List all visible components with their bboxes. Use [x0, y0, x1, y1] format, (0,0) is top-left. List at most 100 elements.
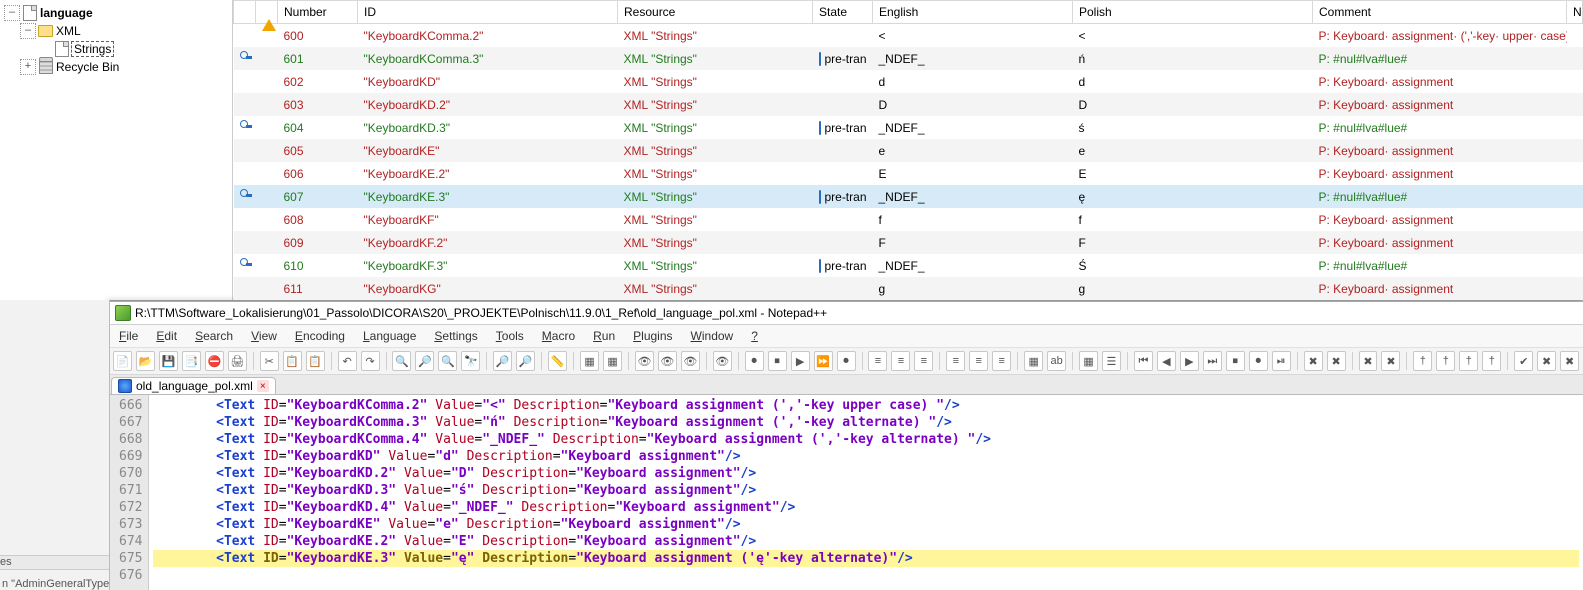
- menu-edit[interactable]: Edit: [150, 327, 183, 345]
- toolbar-button[interactable]: 💾: [159, 351, 178, 371]
- tree-strings[interactable]: Strings: [0, 40, 232, 58]
- toolbar-button[interactable]: 📂: [136, 351, 155, 371]
- toolbar-button[interactable]: ≡: [969, 351, 988, 371]
- table-row[interactable]: 602"KeyboardKD"XML "Strings"ddP: Keyboar…: [234, 70, 1583, 93]
- menu-tools[interactable]: Tools: [490, 327, 530, 345]
- toolbar-button[interactable]: 🔍: [392, 351, 411, 371]
- toolbar-button[interactable]: ✖: [1359, 351, 1378, 371]
- expand-toggle-icon[interactable]: +: [20, 59, 36, 75]
- col-extra[interactable]: N: [1567, 1, 1583, 24]
- col-warning-icon[interactable]: [256, 1, 278, 24]
- col-comment[interactable]: Comment: [1313, 1, 1567, 24]
- code-line[interactable]: <Text ID="KeyboardKE" Value="e" Descript…: [153, 516, 1579, 533]
- collapse-toggle-icon[interactable]: –: [4, 5, 20, 21]
- toolbar-button[interactable]: †: [1436, 351, 1455, 371]
- code-line[interactable]: <Text ID="KeyboardKD.3" Value="ś" Descri…: [153, 482, 1579, 499]
- col-resource[interactable]: Resource: [618, 1, 813, 24]
- toolbar-button[interactable]: †: [1459, 351, 1478, 371]
- menu-view[interactable]: View: [245, 327, 283, 345]
- npp-menubar[interactable]: FileEditSearchViewEncodingLanguageSettin…: [109, 325, 1583, 348]
- toolbar-button[interactable]: ✖: [1327, 351, 1346, 371]
- close-tab-icon[interactable]: ×: [257, 380, 269, 392]
- npp-tabbar[interactable]: old_language_pol.xml ×: [109, 375, 1583, 395]
- table-row[interactable]: 605"KeyboardKE"XML "Strings"eeP: Keyboar…: [234, 139, 1583, 162]
- menu-language[interactable]: Language: [357, 327, 422, 345]
- toolbar-button[interactable]: ⛔: [205, 351, 224, 371]
- toolbar-button[interactable]: ✖: [1560, 351, 1579, 371]
- toolbar-button[interactable]: 👁: [713, 351, 732, 371]
- npp-toolbar[interactable]: 📄📂💾📑⛔🖨✂📋📋↶↷🔍🔎🔍🔭🔎🔎📏▦▦👁👁👁👁⏺⏹▶⏩⏺≡≡≡≡≡≡▦ab▦☰…: [109, 348, 1583, 375]
- toolbar-button[interactable]: ✖: [1304, 351, 1323, 371]
- toolbar-button[interactable]: 📄: [113, 351, 132, 371]
- project-tree[interactable]: – language – XML Strings + Recycle Bin: [0, 0, 233, 300]
- toolbar-button[interactable]: 👁: [681, 351, 700, 371]
- col-english[interactable]: English: [873, 1, 1073, 24]
- toolbar-button[interactable]: ↷: [361, 351, 380, 371]
- table-row[interactable]: 609"KeyboardKF.2"XML "Strings"FFP: Keybo…: [234, 231, 1583, 254]
- code-line[interactable]: <Text ID="KeyboardKD.4" Value="_NDEF_" D…: [153, 499, 1579, 516]
- grid-header-row[interactable]: Number ID Resource State English Polish …: [234, 1, 1583, 24]
- menu-plugins[interactable]: Plugins: [627, 327, 678, 345]
- toolbar-button[interactable]: ≡: [946, 351, 965, 371]
- strings-grid[interactable]: Number ID Resource State English Polish …: [233, 0, 1583, 300]
- npp-titlebar[interactable]: R:\TTM\Software_Lokalisierung\01_Passolo…: [109, 302, 1583, 325]
- toolbar-button[interactable]: 🔎: [516, 351, 535, 371]
- toolbar-button[interactable]: ⏺: [1249, 351, 1268, 371]
- table-row[interactable]: 600"KeyboardKComma.2"XML "Strings"<<P: K…: [234, 24, 1583, 48]
- col-id[interactable]: ID: [358, 1, 618, 24]
- toolbar-button[interactable]: ⏹: [1226, 351, 1245, 371]
- toolbar-button[interactable]: ▦: [580, 351, 599, 371]
- code-line[interactable]: <Text ID="KeyboardKComma.2" Value="<" De…: [153, 397, 1579, 414]
- toolbar-button[interactable]: 🔎: [493, 351, 512, 371]
- toolbar-button[interactable]: ⏩: [814, 351, 833, 371]
- toolbar-button[interactable]: ✔: [1514, 351, 1533, 371]
- toolbar-button[interactable]: 📏: [548, 351, 567, 371]
- toolbar-button[interactable]: ⏮: [1134, 351, 1153, 371]
- toolbar-button[interactable]: ⏹: [768, 351, 787, 371]
- table-row[interactable]: 608"KeyboardKF"XML "Strings"ffP: Keyboar…: [234, 208, 1583, 231]
- toolbar-button[interactable]: ▦: [1024, 351, 1043, 371]
- table-row[interactable]: 604"KeyboardKD.3"XML "Strings"pre-tran_N…: [234, 116, 1583, 139]
- toolbar-button[interactable]: 🖨: [228, 351, 247, 371]
- table-row[interactable]: 601"KeyboardKComma.3"XML "Strings"pre-tr…: [234, 47, 1583, 70]
- code-line[interactable]: <Text ID="KeyboardKD.2" Value="D" Descri…: [153, 465, 1579, 482]
- toolbar-button[interactable]: 🔎: [415, 351, 434, 371]
- toolbar-button[interactable]: ⏺: [745, 351, 764, 371]
- toolbar-button[interactable]: ▶: [791, 351, 810, 371]
- npp-editor[interactable]: 666 667 668 669 670 671 672 673 674 675 …: [109, 395, 1583, 590]
- menu-[interactable]: ?: [745, 327, 764, 345]
- toolbar-button[interactable]: ✖: [1537, 351, 1556, 371]
- col-icon[interactable]: [234, 1, 256, 24]
- col-state[interactable]: State: [813, 1, 873, 24]
- editor-body[interactable]: <Text ID="KeyboardKComma.2" Value="<" De…: [149, 395, 1583, 590]
- notepadpp-window[interactable]: R:\TTM\Software_Lokalisierung\01_Passolo…: [109, 301, 1583, 590]
- col-polish[interactable]: Polish: [1073, 1, 1313, 24]
- toolbar-button[interactable]: ◀: [1157, 351, 1176, 371]
- collapse-toggle-icon[interactable]: –: [20, 23, 36, 39]
- toolbar-button[interactable]: ▦: [603, 351, 622, 371]
- toolbar-button[interactable]: ⏭: [1203, 351, 1222, 371]
- toolbar-button[interactable]: †: [1413, 351, 1432, 371]
- table-row[interactable]: 611"KeyboardKG"XML "Strings"ggP: Keyboar…: [234, 277, 1583, 300]
- toolbar-button[interactable]: 👁: [635, 351, 654, 371]
- toolbar-button[interactable]: ⏺: [837, 351, 856, 371]
- menu-file[interactable]: File: [113, 327, 144, 345]
- toolbar-button[interactable]: ▦: [1079, 351, 1098, 371]
- table-row[interactable]: 603"KeyboardKD.2"XML "Strings"DDP: Keybo…: [234, 93, 1583, 116]
- tree-recycle-bin[interactable]: + Recycle Bin: [0, 58, 232, 76]
- file-tab[interactable]: old_language_pol.xml ×: [111, 377, 276, 394]
- toolbar-button[interactable]: ⏯: [1272, 351, 1291, 371]
- menu-search[interactable]: Search: [189, 327, 239, 345]
- table-row[interactable]: 606"KeyboardKE.2"XML "Strings"EEP: Keybo…: [234, 162, 1583, 185]
- table-row[interactable]: 607"KeyboardKE.3"XML "Strings"pre-tran_N…: [234, 185, 1583, 208]
- code-line[interactable]: <Text ID="KeyboardKD" Value="d" Descript…: [153, 448, 1579, 465]
- code-line[interactable]: <Text ID="KeyboardKComma.3" Value="ń" De…: [153, 414, 1579, 431]
- toolbar-button[interactable]: 📋: [283, 351, 302, 371]
- col-number[interactable]: Number: [278, 1, 358, 24]
- menu-settings[interactable]: Settings: [428, 327, 483, 345]
- toolbar-button[interactable]: ▶: [1180, 351, 1199, 371]
- menu-macro[interactable]: Macro: [536, 327, 581, 345]
- toolbar-button[interactable]: †: [1482, 351, 1501, 371]
- menu-run[interactable]: Run: [587, 327, 621, 345]
- menu-window[interactable]: Window: [685, 327, 740, 345]
